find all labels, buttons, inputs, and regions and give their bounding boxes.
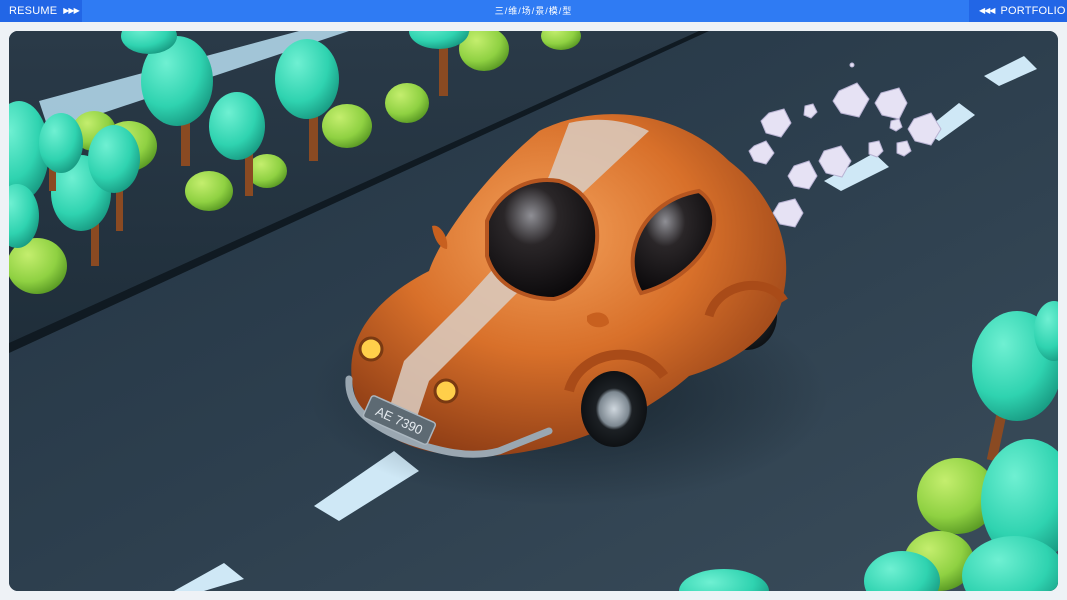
headlight xyxy=(433,378,459,404)
portfolio-label: PORTFOLIO xyxy=(1000,5,1066,17)
resume-label: RESUME xyxy=(9,5,58,17)
portfolio-nav-button[interactable]: ◀◀◀ PORTFOLIO xyxy=(969,0,1067,22)
scene-render: AE 7390 xyxy=(9,31,1058,591)
front-wheel xyxy=(581,371,647,447)
headlight xyxy=(358,336,384,362)
resume-nav-button[interactable]: RESUME ▶▶▶ xyxy=(0,0,82,22)
scene-illustration: AE 7390 xyxy=(9,31,1058,591)
forward-arrows-icon: ▶▶▶ xyxy=(63,6,80,15)
page-title: 三/维/场/景/模/型 xyxy=(494,6,573,16)
car-windshield xyxy=(485,178,600,302)
back-arrows-icon: ◀◀◀ xyxy=(979,6,996,15)
top-bar: RESUME ▶▶▶ 三/维/场/景/模/型 ◀◀◀ PORTFOLIO xyxy=(0,0,1067,22)
